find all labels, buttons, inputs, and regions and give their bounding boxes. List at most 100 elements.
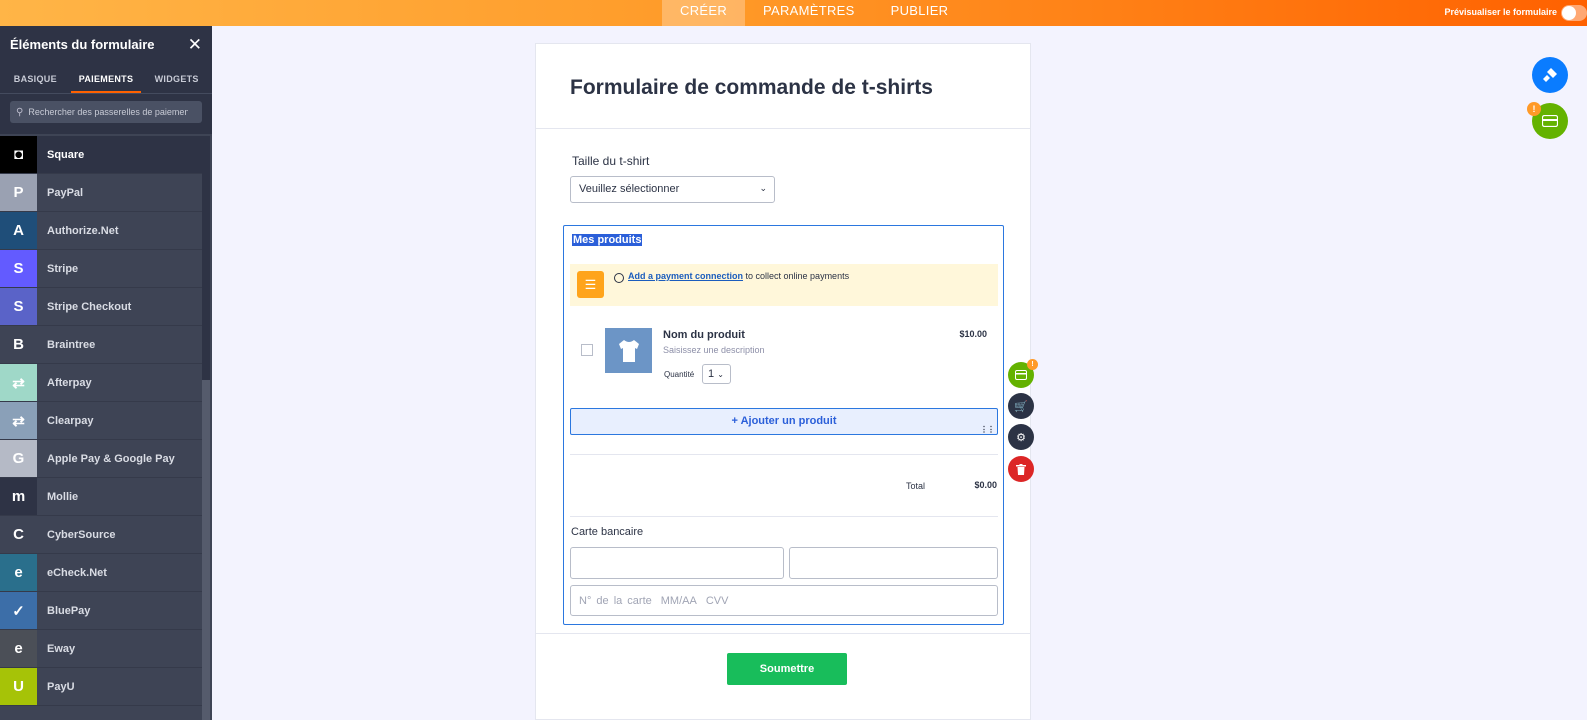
tab-parametres[interactable]: PARAMÈTRES — [745, 0, 873, 26]
tab-publier[interactable]: PUBLIER — [873, 0, 967, 26]
sidebar-item-mollie[interactable]: m Mollie — [0, 478, 202, 516]
total-value: $0.00 — [974, 480, 997, 490]
mollie-logo-icon: m — [0, 478, 37, 515]
cardholder-first-name-input[interactable] — [570, 547, 784, 579]
sidebar-item-paypal[interactable]: P PayPal — [0, 174, 202, 212]
sidebar-item-label: Apple Pay & Google Pay — [47, 452, 175, 465]
size-select-value: Veuillez sélectionner — [579, 183, 680, 195]
form-card: Formulaire de commande de t-shirts Taill… — [535, 43, 1031, 720]
notice-rest: to collect online payments — [743, 271, 850, 281]
afterpay-logo-icon: ⇄ — [0, 364, 37, 401]
size-select[interactable]: Veuillez sélectionner ⌄ — [570, 176, 775, 203]
sidebar-item-label: Mollie — [47, 490, 79, 503]
cardholder-last-name-input[interactable] — [789, 547, 998, 579]
size-field-label: Taille du t-shirt — [572, 154, 650, 168]
sidebar-item-payu[interactable]: U PayU — [0, 668, 202, 706]
gateway-search-input[interactable] — [28, 107, 189, 117]
notice-radio[interactable] — [614, 273, 624, 283]
products-field[interactable]: Mes produits ☰ Add a payment connection … — [563, 225, 1004, 625]
product-checkbox[interactable] — [581, 344, 593, 356]
sidebar-item-label: Square — [47, 148, 85, 161]
add-product-button[interactable]: + Ajouter un produit ⋮⋮ — [570, 408, 998, 435]
cart-icon: 🛒 — [1014, 400, 1028, 413]
card-expiry-placeholder: MM/AA — [660, 595, 697, 607]
divider — [570, 516, 998, 517]
add-payment-connection-link[interactable]: Add a payment connection — [628, 271, 743, 281]
sidebar-item-echeck-net[interactable]: e eCheck.Net — [0, 554, 202, 592]
tab-paiements[interactable]: PAIEMENTS — [70, 62, 142, 93]
payu-logo-icon: U — [0, 668, 37, 705]
card-number-input[interactable]: N° de la carte MM/AA CVV — [570, 585, 998, 616]
sidebar-item-label: BluePay — [47, 604, 91, 617]
alert-badge: ! — [1027, 359, 1038, 370]
gateway-list: ◘ Square P PayPal A Authorize.Net S Stripe S Stri… — [0, 136, 202, 706]
form-elements-sidebar: Éléments du formulaire ✕ BASIQUE PAIEMEN… — [0, 26, 212, 720]
chevron-down-icon: ⌄ — [717, 370, 724, 379]
gear-icon: ⚙ — [1016, 431, 1026, 444]
sidebar-item-label: PayPal — [47, 186, 84, 199]
bluepay-logo-icon: ✓ — [0, 592, 37, 629]
tab-basique[interactable]: BASIQUE — [0, 62, 71, 93]
sidebar-item-clearpay[interactable]: ⇄ Clearpay — [0, 402, 202, 440]
field-settings-button[interactable]: ⚙ — [1008, 424, 1034, 450]
submit-button[interactable]: Soumettre — [727, 653, 847, 685]
tab-creer[interactable]: CRÉER — [662, 0, 746, 26]
sidebar-item-label: eCheck.Net — [47, 566, 107, 579]
product-description: Saisissez une description — [663, 345, 765, 355]
card-cvv-placeholder: CVV — [705, 595, 729, 607]
quantity-select[interactable]: 1 ⌄ — [702, 364, 731, 384]
sidebar-item-label: Stripe — [47, 262, 79, 275]
preview-label: Prévisualiser le formulaire — [1444, 7, 1557, 17]
add-product-label: + Ajouter un produit — [731, 415, 837, 427]
sidebar-item-authorize-net[interactable]: A Authorize.Net — [0, 212, 202, 250]
toggle-knob — [1562, 6, 1576, 20]
notice-text: Add a payment connection to collect onli… — [628, 271, 849, 281]
top-nav: CRÉER PARAMÈTRES PUBLIER — [662, 0, 966, 26]
sidebar-item-cybersource[interactable]: C CyberSource — [0, 516, 202, 554]
paint-roller-icon — [1543, 68, 1557, 82]
products-title[interactable]: Mes produits — [572, 234, 643, 246]
list-icon: ☰ — [577, 271, 604, 298]
divider — [570, 454, 998, 455]
scrollbar-thumb[interactable] — [202, 136, 210, 380]
sidebar-item-square[interactable]: ◘ Square — [0, 136, 202, 174]
payment-notice: ☰ Add a payment connection to collect on… — [570, 264, 998, 306]
chevron-down-icon: ⌄ — [759, 183, 767, 193]
sidebar-header: Éléments du formulaire ✕ — [0, 26, 212, 62]
sidebar-item-label: Authorize.Net — [47, 224, 119, 237]
sidebar-title: Éléments du formulaire — [10, 36, 155, 52]
echeck-net-logo-icon: e — [0, 554, 37, 591]
tab-widgets[interactable]: WIDGETS — [141, 62, 212, 93]
sidebar-item-stripe-checkout[interactable]: S Stripe Checkout — [0, 288, 202, 326]
stripe-checkout-logo-icon: S — [0, 288, 37, 325]
cybersource-logo-icon: C — [0, 516, 37, 553]
card-number-placeholder: N° de la carte — [579, 595, 652, 607]
sidebar-item-apple-pay-google-pay[interactable]: G Apple Pay & Google Pay — [0, 440, 202, 478]
delete-field-button[interactable] — [1008, 456, 1034, 482]
form-designer-button[interactable] — [1532, 57, 1568, 93]
sidebar-item-bluepay[interactable]: ✓ BluePay — [0, 592, 202, 630]
braintree-logo-icon: B — [0, 326, 37, 363]
sidebar-scrollbar[interactable] — [202, 136, 210, 720]
drag-handle-icon[interactable]: ⋮⋮ — [980, 417, 995, 442]
credit-card-icon — [1542, 115, 1558, 127]
search-icon: ⚲ — [16, 106, 24, 118]
close-icon[interactable]: ✕ — [188, 36, 202, 53]
sidebar-tabs: BASIQUE PAIEMENTS WIDGETS — [0, 62, 212, 94]
total-label: Total — [906, 481, 926, 491]
clearpay-logo-icon: ⇄ — [0, 402, 37, 439]
sidebar-item-label: Clearpay — [47, 414, 94, 427]
sidebar-item-stripe[interactable]: S Stripe — [0, 250, 202, 288]
product-name: Nom du produit — [663, 329, 745, 341]
sidebar-item-eway[interactable]: e Eway — [0, 630, 202, 668]
sidebar-item-afterpay[interactable]: ⇄ Afterpay — [0, 364, 202, 402]
eway-logo-icon: e — [0, 630, 37, 667]
sidebar-item-label: PayU — [47, 680, 75, 693]
sidebar-item-braintree[interactable]: B Braintree — [0, 326, 202, 364]
tshirt-icon — [618, 339, 639, 362]
credit-card-label: Carte bancaire — [571, 526, 644, 538]
form-title[interactable]: Formulaire de commande de t-shirts — [570, 76, 933, 100]
sidebar-item-label: Stripe Checkout — [47, 300, 132, 313]
preview-toggle[interactable] — [1561, 5, 1587, 21]
cart-button[interactable]: 🛒 — [1008, 393, 1034, 419]
